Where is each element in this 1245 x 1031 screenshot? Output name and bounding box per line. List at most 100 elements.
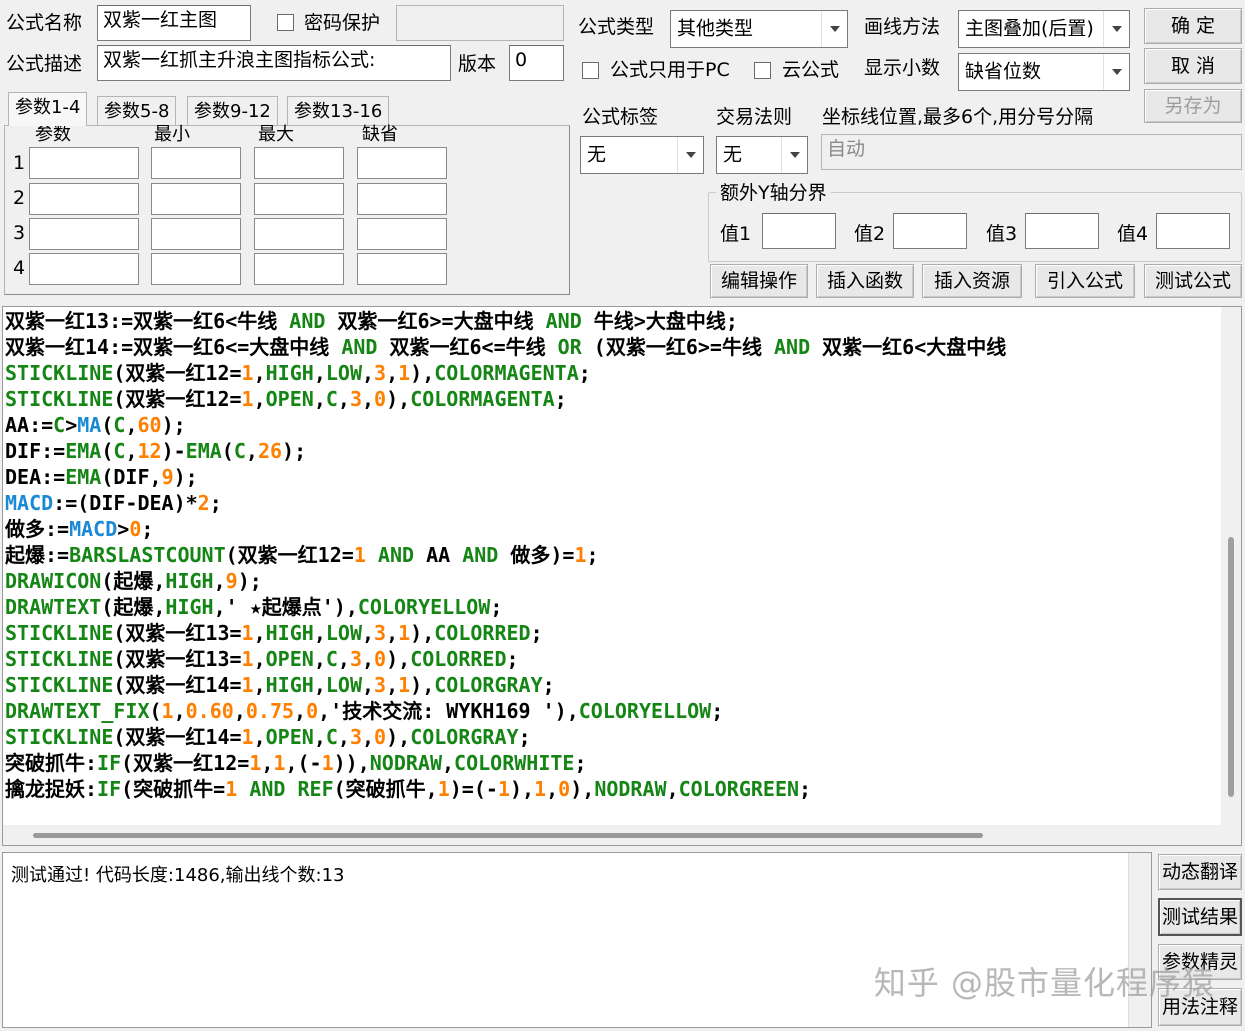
code-line[interactable]: STICKLINE(双紫一红12=1,OPEN,C,3,0),COLORMAGE…: [5, 386, 1219, 412]
param-min-input[interactable]: [151, 183, 241, 215]
test-result-button[interactable]: 测试结果: [1158, 898, 1242, 936]
chevron-down-icon[interactable]: [821, 11, 847, 47]
ok-button[interactable]: 确 定: [1144, 8, 1242, 44]
formula-type-select[interactable]: 其他类型: [670, 10, 848, 48]
param-max-input[interactable]: [254, 147, 344, 179]
insert-resource-button[interactable]: 插入资源: [922, 264, 1022, 298]
dynamic-translate-button[interactable]: 动态翻译: [1158, 854, 1242, 890]
code-line[interactable]: 起爆:=BARSLASTCOUNT(双紫一红12=1 AND AA AND 做多…: [5, 542, 1219, 568]
code-line[interactable]: DRAWTEXT_FIX(1,0.60,0.75,0,'技术交流: WYKH16…: [5, 698, 1219, 724]
code-text[interactable]: 双紫一红13:=双紫一红6<牛线 AND 双紫一红6>=大盘中线 AND 牛线>…: [5, 308, 1219, 802]
code-token: EMA: [185, 439, 222, 463]
formula-desc-label: 公式描述: [6, 53, 83, 75]
param-default-input[interactable]: [357, 218, 447, 250]
code-line[interactable]: MACD:=(DIF-DEA)*2;: [5, 490, 1219, 516]
code-token: LOW: [325, 621, 362, 645]
code-token: (双紫一红14=: [113, 725, 242, 749]
code-token: BARSLASTCOUNT: [69, 543, 226, 567]
cancel-button[interactable]: 取 消: [1144, 48, 1242, 84]
code-token: 1: [241, 621, 254, 645]
code-line[interactable]: 突破抓牛:IF(双紫一红12=1,1,(-1)),NODRAW,COLORWHI…: [5, 750, 1219, 776]
chevron-down-icon[interactable]: [1103, 54, 1129, 90]
param-max-input[interactable]: [254, 218, 344, 250]
y-value-2-input[interactable]: [893, 213, 967, 249]
code-line[interactable]: 做多:=MACD>0;: [5, 516, 1219, 542]
code-line[interactable]: DRAWICON(起爆,HIGH,9);: [5, 568, 1219, 594]
param-default-input[interactable]: [357, 253, 447, 285]
password-protect-checkbox[interactable]: [277, 14, 294, 31]
param-min-input[interactable]: [151, 253, 241, 285]
code-line[interactable]: 双紫一红14:=双紫一红6<=大盘中线 AND 双紫一红6<=牛线 OR (双紫…: [5, 334, 1219, 360]
param-min-input[interactable]: [151, 218, 241, 250]
trade-rule-select[interactable]: 无: [716, 136, 808, 174]
code-token: 60: [137, 413, 162, 437]
param-max-input[interactable]: [254, 183, 344, 215]
edit-ops-button[interactable]: 编辑操作: [710, 264, 808, 298]
code-line[interactable]: DIF:=EMA(C,12)-EMA(C,26);: [5, 438, 1219, 464]
code-token: (双紫一红12=: [121, 751, 250, 775]
horizontal-scrollbar-thumb[interactable]: [33, 833, 983, 838]
version-input[interactable]: 0: [509, 45, 564, 81]
code-line[interactable]: STICKLINE(双紫一红13=1,HIGH,LOW,3,1),COLORRE…: [5, 620, 1219, 646]
code-token: (突破抓牛=: [121, 777, 226, 801]
draw-method-select[interactable]: 主图叠加(后置): [958, 10, 1130, 48]
tab-params-13-16[interactable]: 参数13-16: [287, 96, 390, 127]
code-line[interactable]: 双紫一红13:=双紫一红6<牛线 AND 双紫一红6>=大盘中线 AND 牛线>…: [5, 308, 1219, 334]
code-line[interactable]: 擒龙捉妖:IF(突破抓牛=1 AND REF(突破抓牛,1)=(-1),1,0)…: [5, 776, 1219, 802]
code-token: (双紫一红12=: [225, 543, 354, 567]
code-line[interactable]: DRAWTEXT(起爆,HIGH,' ★起爆点'),COLORYELLOW;: [5, 594, 1219, 620]
import-formula-button[interactable]: 引入公式: [1035, 264, 1135, 298]
y-value-3-input[interactable]: [1025, 213, 1099, 249]
formula-desc-input[interactable]: 双紫一红抓主升浪主图指标公式:: [97, 45, 451, 81]
param-name-input[interactable]: [29, 218, 139, 250]
chevron-down-icon[interactable]: [781, 137, 807, 173]
code-token: 1: [273, 751, 286, 775]
horizontal-scrollbar[interactable]: [3, 825, 1241, 845]
cloud-formula-checkbox[interactable]: [754, 62, 771, 79]
code-line[interactable]: AA:=C>MA(C,60);: [5, 412, 1219, 438]
param-max-input[interactable]: [254, 253, 344, 285]
trade-rule-value: 无: [723, 143, 743, 166]
chevron-down-icon[interactable]: [677, 137, 703, 173]
save-as-button[interactable]: 另存为: [1144, 89, 1242, 123]
tab-params-9-12[interactable]: 参数9-12: [187, 96, 278, 127]
decimals-select[interactable]: 缺省位数: [958, 53, 1130, 91]
test-formula-button[interactable]: 测试公式: [1144, 264, 1242, 298]
code-line[interactable]: STICKLINE(双紫一红13=1,OPEN,C,3,0),COLORRED;: [5, 646, 1219, 672]
password-input[interactable]: [396, 5, 564, 41]
y-value-4-label: 值4: [1117, 223, 1149, 245]
pc-only-checkbox[interactable]: [582, 62, 599, 79]
code-token: 双紫一红6<=牛线: [377, 335, 558, 359]
vertical-scrollbar[interactable]: [1221, 307, 1241, 827]
insert-function-button[interactable]: 插入函数: [816, 264, 914, 298]
code-token: ),: [386, 725, 411, 749]
param-name-input[interactable]: [29, 253, 139, 285]
param-default-input[interactable]: [357, 183, 447, 215]
code-line[interactable]: STICKLINE(双紫一红14=1,OPEN,C,3,0),COLORGRAY…: [5, 724, 1219, 750]
code-token: AND: [249, 777, 286, 801]
y-value-2-label: 值2: [854, 223, 886, 245]
formula-name-input[interactable]: 双紫一红主图: [97, 5, 251, 41]
code-token: ,: [361, 361, 375, 385]
code-editor[interactable]: 双紫一红13:=双紫一红6<牛线 AND 双紫一红6>=大盘中线 AND 牛线>…: [2, 306, 1242, 846]
code-token: ,: [386, 673, 399, 697]
code-line[interactable]: DEA:=EMA(DIF,9);: [5, 464, 1219, 490]
param-name-input[interactable]: [29, 183, 139, 215]
chevron-down-icon[interactable]: [1103, 11, 1129, 47]
code-token: 0.60: [185, 699, 234, 723]
formula-tag-select[interactable]: 无: [580, 136, 704, 174]
code-token: >: [65, 413, 78, 437]
tab-params-1-4[interactable]: 参数1-4: [8, 92, 88, 126]
y-value-1-input[interactable]: [762, 213, 836, 249]
param-min-input[interactable]: [151, 147, 241, 179]
vertical-scrollbar-thumb[interactable]: [1228, 537, 1234, 797]
param-default-input[interactable]: [357, 147, 447, 179]
code-token: ;: [209, 491, 222, 515]
code-line[interactable]: STICKLINE(双紫一红14=1,HIGH,LOW,3,1),COLORGR…: [5, 672, 1219, 698]
axis-position-input[interactable]: 自动: [821, 134, 1242, 170]
code-line[interactable]: STICKLINE(双紫一红12=1,HIGH,LOW,3,1),COLORMA…: [5, 360, 1219, 386]
y-value-4-input[interactable]: [1156, 213, 1230, 249]
param-name-input[interactable]: [29, 147, 139, 179]
code-token: IF: [97, 777, 122, 801]
tab-params-5-8[interactable]: 参数5-8: [97, 96, 177, 127]
